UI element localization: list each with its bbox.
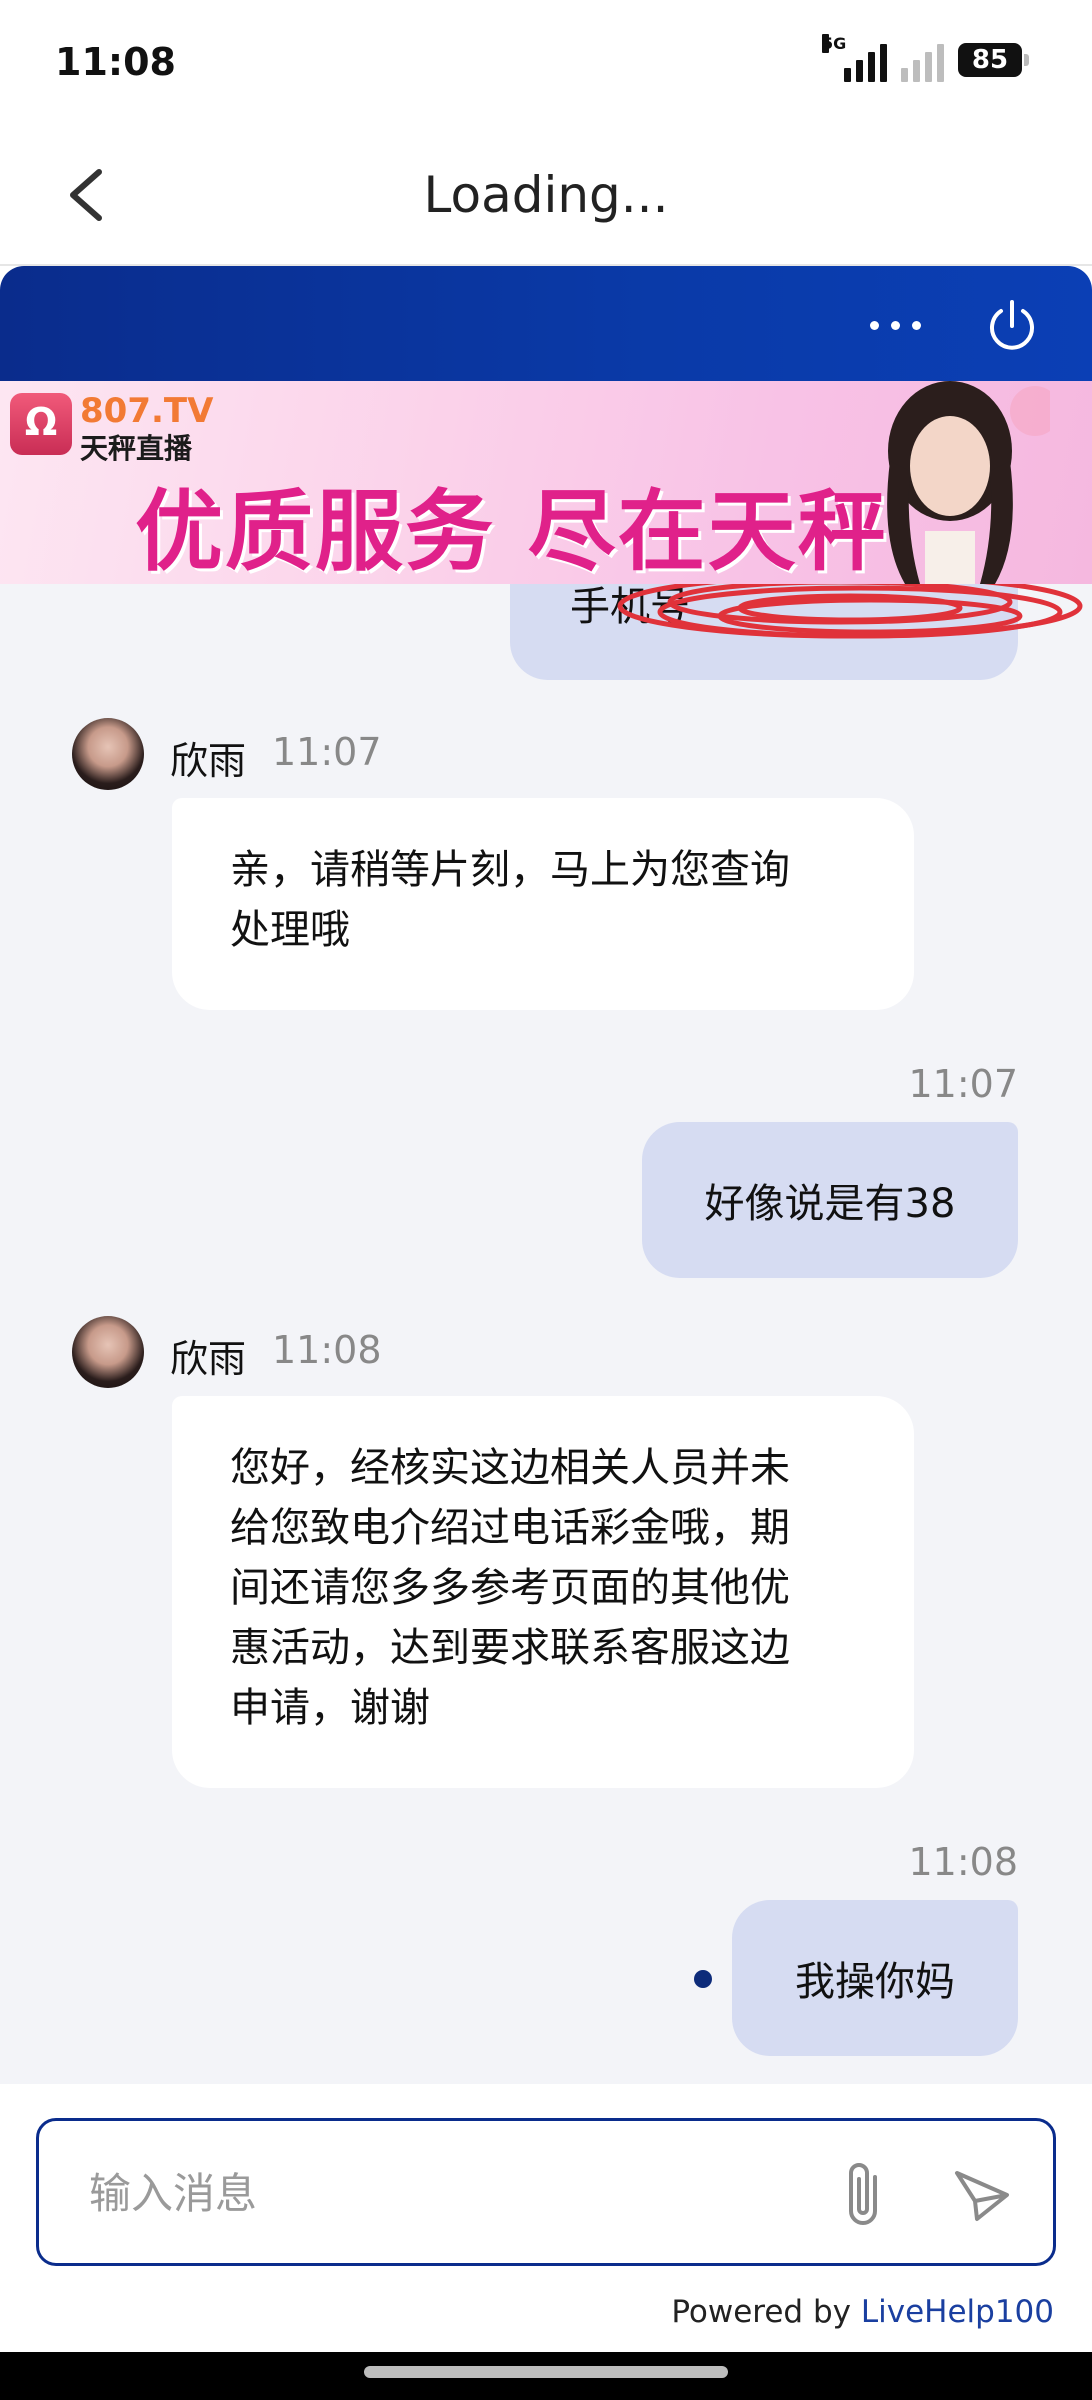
agent-avatar [72,718,144,790]
network-type-label: 5G [822,34,847,53]
end-chat-button[interactable] [982,296,1042,356]
chat-message-list[interactable]: 手机号 欣雨 11:07 亲，请稍等片刻，马上为您查询 处理哦 11:07 好像… [0,584,1092,2084]
powered-by: Powered by LiveHelp100 [671,2294,1054,2330]
message-time: 11:07 [908,1062,1018,1106]
agent-message-bubble: 亲，请稍等片刻，马上为您查询 处理哦 [172,798,914,1010]
battery-icon: 85 [958,43,1029,77]
title-bar: Loading... [0,130,1092,265]
message-composer [36,2118,1056,2266]
send-icon [955,2171,1009,2221]
paperclip-icon [849,2163,877,2225]
more-options-button[interactable] [860,300,930,350]
message-time: 11:08 [908,1840,1018,1884]
banner-slogan: 优质服务 尽在天秤 [135,480,888,583]
promo-banner[interactable]: Ω 807.TV 天秤直播 优质服务 尽在天秤 [0,381,1092,584]
attach-button[interactable] [829,2157,899,2233]
status-icons: 5G 85 [822,34,1029,82]
more-dot-icon [890,320,900,330]
redaction-scribble [617,584,1083,639]
agent-message-bubble: 您好，经核实这边相关人员并未 给您致电介绍过电话彩金哦，期 间还请您多多参考页面… [172,1396,914,1788]
cellular-signal-icon: 5G [822,34,887,82]
agent-name: 欣雨 [170,1337,247,1381]
message-time: 11:07 [272,730,382,774]
user-message-bubble: 好像说是有38 [642,1122,1018,1278]
agent-avatar [72,1316,144,1388]
secondary-signal-icon [901,38,944,82]
status-time: 11:08 [55,40,176,84]
sending-status-dot [694,1970,712,1988]
message-time: 11:08 [272,1328,382,1372]
home-indicator[interactable] [364,2366,728,2378]
banner-model-image [887,381,1050,584]
livehelp-link[interactable]: LiveHelp100 [861,2294,1054,2330]
more-dot-icon [869,320,879,330]
user-message-bubble: 我操你妈 [732,1900,1018,2056]
chat-header [0,266,1092,381]
message-input[interactable] [89,2157,809,2229]
more-dot-icon [911,320,921,330]
agent-name: 欣雨 [170,739,247,783]
banner-logo-icon: Ω [10,393,72,455]
status-bar: 11:08 5G 85 [0,0,1092,130]
send-button[interactable] [947,2161,1017,2231]
powered-by-label: Powered by [671,2294,861,2330]
banner-brand: 807.TV [80,391,214,431]
page-title: Loading... [423,166,669,224]
power-icon [990,300,1034,350]
